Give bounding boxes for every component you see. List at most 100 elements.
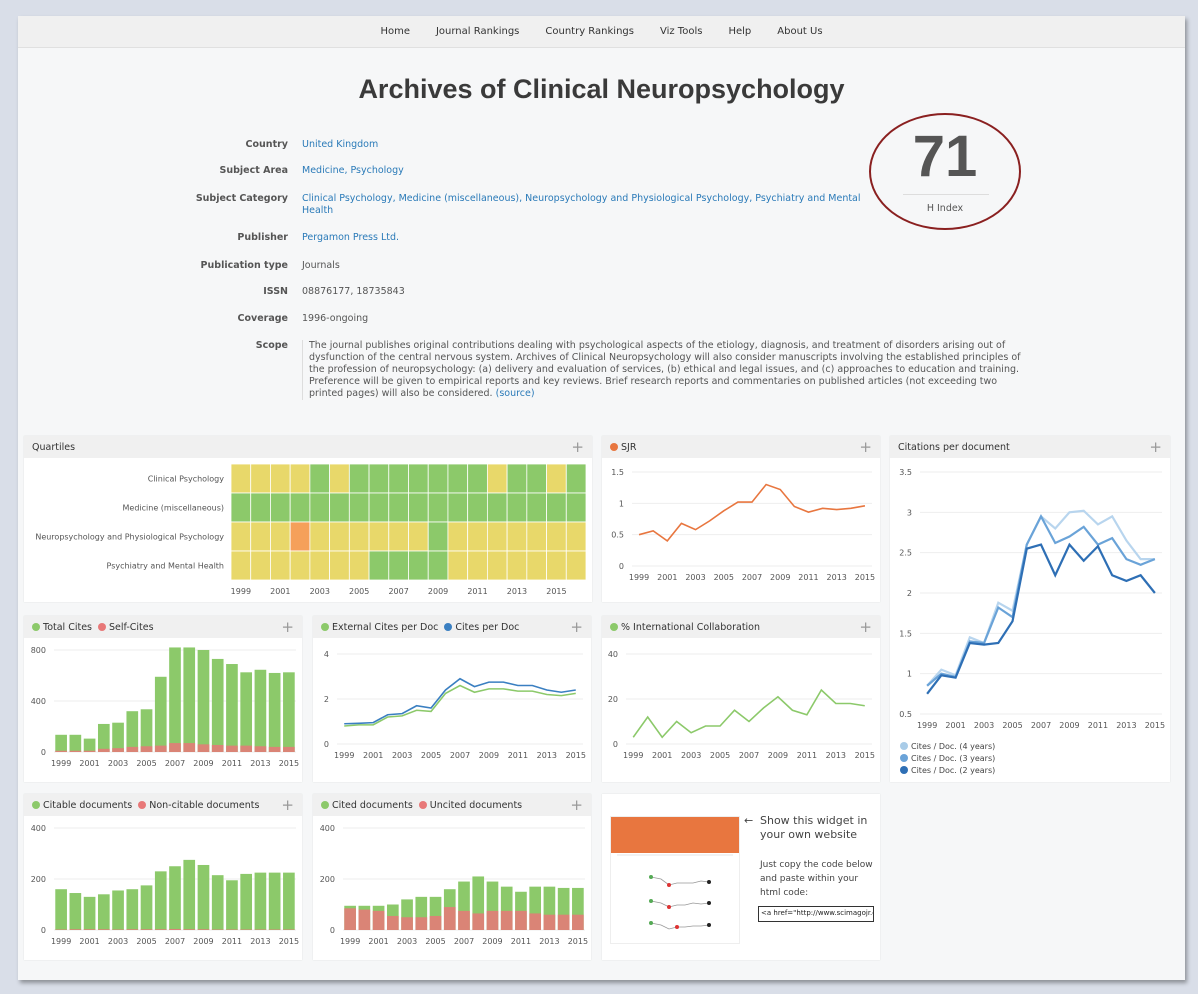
info-issn: ISSN 08876177, 18735843 bbox=[168, 286, 868, 298]
legend-external-cites[interactable]: External Cites per Doc bbox=[321, 622, 438, 633]
cpd-legend-3y[interactable]: Cites / Doc. (3 years) bbox=[900, 752, 995, 764]
x-tick-label: 2011 bbox=[798, 573, 818, 582]
bar-total bbox=[183, 859, 196, 930]
bar-total bbox=[240, 672, 253, 752]
x-tick-label: 2009 bbox=[770, 573, 790, 582]
scope-body: The journal publishes original contribut… bbox=[309, 340, 1021, 399]
citations-per-document-panel: Citations per document + 0.5 1 1.5 2 2.5 3 3.5… bbox=[890, 436, 1170, 782]
x-tick-label: 2003 bbox=[392, 751, 412, 760]
expand-plus-icon[interactable]: + bbox=[1149, 438, 1162, 456]
cpd-legend-2y-label: Cites / Doc. (2 years) bbox=[911, 765, 996, 775]
total-cites-panel: Total Cites Self-Cites + 0 400 800 1999 2001… bbox=[24, 616, 302, 782]
green-dot-icon bbox=[32, 800, 40, 809]
expand-plus-icon[interactable]: + bbox=[859, 618, 872, 636]
bar-total bbox=[268, 672, 281, 752]
x-tick-label: 2001 bbox=[368, 937, 388, 946]
expand-plus-icon[interactable]: + bbox=[859, 438, 872, 456]
subject-category-links[interactable]: Clinical Psychology, Medicine (miscellan… bbox=[302, 193, 862, 217]
subject-area-link[interactable]: Medicine, Psychology bbox=[302, 165, 868, 177]
bar-secondary bbox=[69, 929, 82, 930]
x-tick-label: 2011 bbox=[467, 587, 487, 596]
x-tick-label: 2013 bbox=[539, 937, 559, 946]
country-link[interactable]: United Kingdom bbox=[302, 139, 868, 151]
widget-code-field[interactable]: <a href="http://www.scimagojr.com bbox=[758, 906, 874, 922]
cpd-legend-4y[interactable]: Cites / Doc. (4 years) bbox=[900, 740, 995, 752]
legend-non-citable[interactable]: Non-citable documents bbox=[138, 800, 259, 811]
y-tick-label: 2 bbox=[907, 589, 912, 598]
quartile-cell bbox=[348, 463, 370, 494]
bar-secondary bbox=[415, 917, 428, 930]
nav-country-rankings[interactable]: Country Rankings bbox=[545, 26, 634, 37]
info-subject-area: Subject Area Medicine, Psychology bbox=[168, 165, 868, 177]
quartile-cell bbox=[427, 550, 449, 581]
series-line-1 bbox=[926, 513, 1156, 687]
h-index-divider bbox=[903, 194, 989, 195]
legend-cited[interactable]: Cited documents bbox=[321, 800, 413, 811]
expand-plus-icon[interactable]: + bbox=[570, 618, 583, 636]
cited-chart: 0 200 400 1999 2001 2003 2005 2007 2009 2011 2013 2… bbox=[320, 824, 588, 946]
cites-header: Total Cites Self-Cites + bbox=[24, 616, 302, 638]
bar-secondary bbox=[358, 909, 371, 930]
quartile-cell bbox=[250, 463, 271, 494]
quartile-cell bbox=[230, 521, 252, 552]
bar-total bbox=[211, 658, 224, 752]
legend-self-cites-label: Self-Cites bbox=[109, 621, 154, 633]
legend-cited-label: Cited documents bbox=[332, 799, 413, 811]
nav-home[interactable]: Home bbox=[380, 26, 410, 37]
legend-uncited[interactable]: Uncited documents bbox=[418, 800, 522, 811]
x-tick-label: 2015 bbox=[566, 751, 586, 760]
x-tick-label: 2013 bbox=[250, 759, 270, 768]
legend-external-cites-label: External Cites per Doc bbox=[332, 621, 439, 633]
x-tick-label: 2007 bbox=[742, 573, 762, 582]
x-tick-label: 1999 bbox=[334, 751, 354, 760]
country-label: Country bbox=[245, 139, 288, 150]
legend-self-cites[interactable]: Self-Cites bbox=[98, 622, 154, 633]
quartile-cell bbox=[408, 463, 429, 494]
quartile-cell bbox=[230, 492, 252, 523]
x-tick-label: 2013 bbox=[1116, 721, 1136, 730]
quartile-cell bbox=[467, 463, 488, 494]
publication-type-value: Journals bbox=[302, 260, 340, 271]
quartiles-chart: Clinical Psychology Medicine (miscellaneo… bbox=[35, 463, 587, 596]
nav-about-us[interactable]: About Us bbox=[777, 26, 822, 37]
x-tick-label: 2015 bbox=[279, 759, 299, 768]
cpd-legend-2y[interactable]: Cites / Doc. (2 years) bbox=[900, 764, 995, 776]
quartile-cell bbox=[408, 550, 429, 581]
publisher-link[interactable]: Pergamon Press Ltd. bbox=[302, 232, 868, 244]
y-tick-label: 0 bbox=[41, 748, 46, 757]
x-tick-label: 2003 bbox=[681, 751, 701, 760]
bar-secondary bbox=[486, 910, 499, 930]
nav-viz-tools[interactable]: Viz Tools bbox=[660, 26, 702, 37]
nav-help[interactable]: Help bbox=[728, 26, 751, 37]
bar-secondary bbox=[226, 745, 238, 752]
quartile-row-label: Medicine (miscellaneous) bbox=[123, 504, 225, 513]
bar-secondary bbox=[97, 748, 110, 752]
cited-documents-panel: Cited documents Uncited documents + 0 200… bbox=[313, 794, 591, 960]
legend-total-cites[interactable]: Total Cites bbox=[32, 622, 92, 633]
quartile-cell bbox=[368, 550, 390, 581]
y-tick-label: 2.5 bbox=[899, 549, 912, 558]
y-tick-label: 3.5 bbox=[899, 468, 912, 477]
x-tick-label: 2005 bbox=[349, 587, 369, 596]
x-tick-label: 2011 bbox=[222, 937, 242, 946]
scope-source-link[interactable]: (source) bbox=[496, 388, 535, 399]
legend-intl[interactable]: % International Collaboration bbox=[610, 622, 760, 633]
legend-intl-label: % International Collaboration bbox=[621, 621, 761, 633]
expand-plus-icon[interactable]: + bbox=[570, 796, 583, 814]
y-tick-label: 2 bbox=[324, 695, 329, 704]
quartile-cell bbox=[368, 492, 390, 523]
x-tick-label: 2007 bbox=[454, 937, 474, 946]
expand-plus-icon[interactable]: + bbox=[571, 438, 584, 456]
y-tick-label: 0 bbox=[613, 740, 618, 749]
expand-plus-icon[interactable]: + bbox=[281, 796, 294, 814]
bar-secondary bbox=[372, 910, 385, 930]
bar-secondary bbox=[55, 929, 67, 930]
legend-citable[interactable]: Citable documents bbox=[32, 800, 132, 811]
nav-journal-rankings[interactable]: Journal Rankings bbox=[436, 26, 519, 37]
y-tick-label: 0.5 bbox=[611, 531, 624, 540]
bar-secondary bbox=[140, 929, 153, 930]
top-nav: Home Journal Rankings Country Rankings V… bbox=[18, 16, 1185, 48]
y-tick-label: 0 bbox=[41, 926, 46, 935]
expand-plus-icon[interactable]: + bbox=[281, 618, 294, 636]
legend-cites-per-doc[interactable]: Cites per Doc bbox=[444, 622, 519, 633]
